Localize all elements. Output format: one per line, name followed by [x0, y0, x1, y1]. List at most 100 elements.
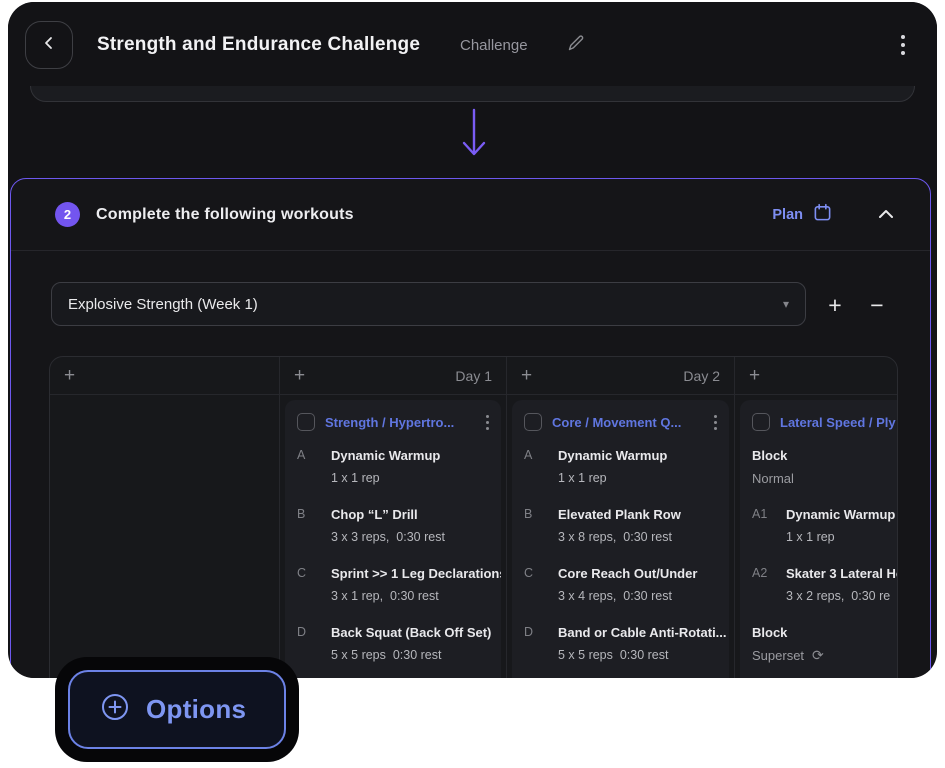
exercise-row: B Chop “L” Drill 3 x 3 reps, 0:30 rest [297, 503, 501, 549]
exercise-detail: 5 x 5 reps 0:30 rest [331, 644, 491, 667]
exercise-tag: D [297, 621, 331, 667]
options-button[interactable]: Options [68, 670, 286, 749]
board-column-0-body [50, 395, 279, 678]
board-column-0-header: + [50, 357, 279, 395]
add-workout-icon[interactable]: + [521, 366, 532, 385]
exercise-detail: 1 x 1 rep [786, 526, 895, 549]
exercise-tag: A [297, 444, 331, 490]
workout-checkbox[interactable] [752, 413, 770, 431]
exercise-name: Dynamic Warmup [331, 444, 440, 467]
exercise-detail: 3 x 1 rep, 0:30 rest [331, 585, 501, 608]
superset-cycle-icon: ⟳ [812, 644, 824, 667]
board-column-day1: + Day 1 Strength / Hypertro... A Dynamic… [280, 357, 507, 678]
workout-card-day2[interactable]: Core / Movement Q... A Dynamic Warmup 1 … [512, 400, 729, 678]
exercise-tag: A [524, 444, 558, 490]
board-column-day2: + Day 2 Core / Movement Q... A Dynamic W… [507, 357, 735, 678]
select-caret-icon: ▾ [783, 297, 789, 311]
plan-button[interactable]: Plan [772, 203, 832, 227]
exercise-row: D Back Squat (Back Off Set) 5 x 5 reps 0… [297, 621, 501, 667]
exercise-detail: 3 x 4 reps, 0:30 rest [558, 585, 697, 608]
back-button[interactable] [25, 21, 73, 69]
exercise-row: A Dynamic Warmup 1 x 1 rep [524, 444, 729, 490]
workout-title-link[interactable]: Strength / Hypertro... [325, 415, 454, 430]
block-mode: Normal [752, 467, 898, 490]
exercise-name: Skater 3 Lateral Ho [786, 562, 898, 585]
step-header: 2 Complete the following workouts Plan [11, 179, 930, 251]
exercise-tag: B [297, 503, 331, 549]
day-label: Day 1 [455, 368, 492, 384]
plan-label: Plan [772, 207, 803, 223]
board-column-day2-header: + Day 2 [507, 357, 734, 395]
exercise-detail: 3 x 2 reps, 0:30 re [786, 585, 898, 608]
flow-down-arrow-icon [460, 108, 488, 167]
board-column-0: + [50, 357, 280, 678]
top-header: Strength and Endurance Challenge Challen… [8, 2, 937, 86]
step-title: Complete the following workouts [96, 206, 354, 224]
exercise-tag: B [524, 503, 558, 549]
block-mode: Superset ⟳ [752, 644, 898, 667]
exercise-tag: A2 [752, 562, 786, 608]
calendar-icon [813, 203, 832, 227]
exercise-detail: 3 x 8 reps, 0:30 rest [558, 526, 681, 549]
board-column-day3-body: Lateral Speed / Ply Block Normal A1 Dyna… [735, 395, 897, 678]
exercise-tag: C [297, 562, 331, 608]
edit-pencil-icon[interactable] [566, 33, 586, 58]
app-window: Strength and Endurance Challenge Challen… [8, 2, 937, 678]
back-chevron-icon [42, 36, 56, 55]
exercise-tag: C [524, 562, 558, 608]
exercise-name: Band or Cable Anti-Rotati... [558, 621, 727, 644]
plus-circle-icon [100, 692, 130, 727]
workout-kebab-icon[interactable] [484, 413, 491, 432]
block-row: Block Normal [752, 444, 898, 490]
workout-checkbox[interactable] [524, 413, 542, 431]
workout-title-link[interactable]: Lateral Speed / Ply [780, 415, 896, 430]
board-column-day1-body: Strength / Hypertro... A Dynamic Warmup … [280, 395, 506, 678]
board-column-day3: + Lateral Speed / Ply Block Normal [735, 357, 897, 678]
options-highlight-ring: Options [55, 657, 299, 762]
workout-card-day3[interactable]: Lateral Speed / Ply Block Normal A1 Dyna… [740, 400, 898, 678]
exercise-name: Back Squat (Back Off Set) [331, 621, 491, 644]
exercise-name: Sprint >> 1 Leg Declarations [331, 562, 501, 585]
add-week-button[interactable]: + [817, 289, 853, 321]
exercise-row: A1 Dynamic Warmup 1 x 1 rep [752, 503, 898, 549]
add-workout-icon[interactable]: + [64, 366, 75, 385]
collapse-chevron-icon[interactable] [878, 206, 894, 224]
block-row: Block Superset ⟳ [752, 621, 898, 667]
exercise-row: C Core Reach Out/Under 3 x 4 reps, 0:30 … [524, 562, 729, 608]
exercise-name: Dynamic Warmup [786, 503, 895, 526]
add-workout-icon[interactable]: + [294, 366, 305, 385]
exercise-tag: D [524, 621, 558, 667]
day-label: Day 2 [683, 368, 720, 384]
exercise-row: A2 Skater 3 Lateral Ho 3 x 2 reps, 0:30 … [752, 562, 898, 608]
board-column-day1-header: + Day 1 [280, 357, 506, 395]
exercise-row: D Band or Cable Anti-Rotati... 5 x 5 rep… [524, 621, 729, 667]
step-number-badge: 2 [55, 202, 80, 227]
exercise-detail: 5 x 5 reps 0:30 rest [558, 644, 727, 667]
exercise-row: B Elevated Plank Row 3 x 8 reps, 0:30 re… [524, 503, 729, 549]
add-workout-icon[interactable]: + [749, 366, 760, 385]
exercise-detail: 1 x 1 rep [558, 467, 667, 490]
exercise-tag: A1 [752, 503, 786, 549]
week-select-dropdown[interactable]: Explosive Strength (Week 1) ▾ [51, 282, 806, 326]
board-column-day3-header: + [735, 357, 897, 395]
workout-card-day1[interactable]: Strength / Hypertro... A Dynamic Warmup … [285, 400, 501, 678]
week-select-value: Explosive Strength (Week 1) [68, 296, 258, 313]
workout-title-link[interactable]: Core / Movement Q... [552, 415, 681, 430]
remove-week-button[interactable]: − [859, 289, 895, 321]
exercise-detail: 3 x 3 reps, 0:30 rest [331, 526, 445, 549]
exercise-name: Chop “L” Drill [331, 503, 445, 526]
page-title: Strength and Endurance Challenge [97, 34, 420, 56]
challenge-type-label: Challenge [460, 37, 528, 54]
overflow-menu-icon[interactable] [899, 33, 907, 57]
exercise-row: A Dynamic Warmup 1 x 1 rep [297, 444, 501, 490]
block-mode-text: Superset [752, 644, 804, 667]
workout-kebab-icon[interactable] [712, 413, 719, 432]
board-column-day2-body: Core / Movement Q... A Dynamic Warmup 1 … [507, 395, 734, 678]
exercise-name: Elevated Plank Row [558, 503, 681, 526]
exercise-row: C Sprint >> 1 Leg Declarations 3 x 1 rep… [297, 562, 501, 608]
exercise-detail: 1 x 1 rep [331, 467, 440, 490]
workout-board: + + Day 1 Strength / Hypertro... [49, 356, 898, 678]
workout-checkbox[interactable] [297, 413, 315, 431]
step-2-card: 2 Complete the following workouts Plan E… [10, 178, 931, 678]
exercise-name: Dynamic Warmup [558, 444, 667, 467]
